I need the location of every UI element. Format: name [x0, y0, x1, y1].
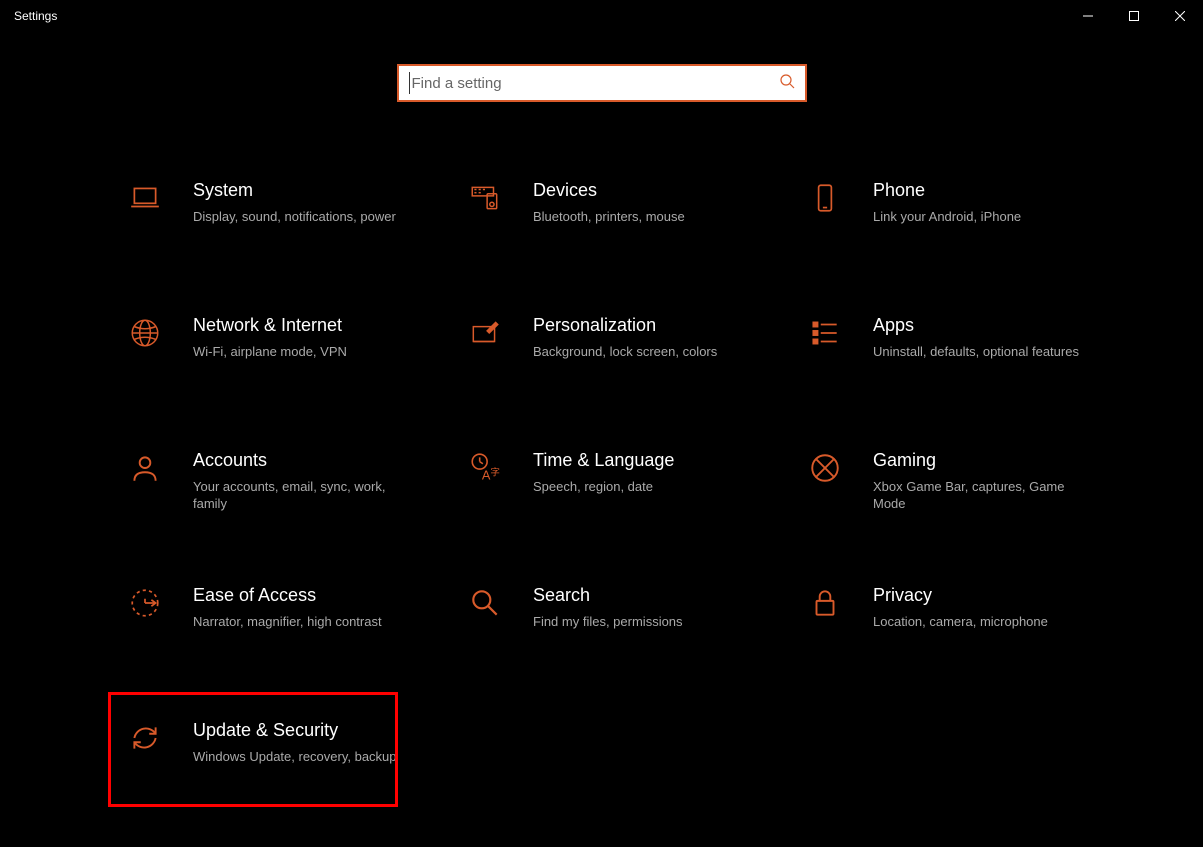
search-icon: [779, 73, 795, 94]
tile-title: Personalization: [533, 315, 717, 337]
tile-desc: Uninstall, defaults, optional features: [873, 343, 1079, 361]
xbox-icon: [803, 446, 847, 490]
tile-title: Apps: [873, 315, 1079, 337]
globe-icon: [123, 311, 167, 355]
maximize-button[interactable]: [1111, 0, 1157, 32]
tile-desc: Display, sound, notifications, power: [193, 208, 396, 226]
tile-ease-of-access[interactable]: Ease of Access Narrator, magnifier, high…: [115, 577, 455, 712]
tile-title: Devices: [533, 180, 685, 202]
tile-system[interactable]: System Display, sound, notifications, po…: [115, 172, 455, 307]
tile-desc: Narrator, magnifier, high contrast: [193, 613, 382, 631]
close-button[interactable]: [1157, 0, 1203, 32]
ease-of-access-icon: [123, 581, 167, 625]
tile-title: Update & Security: [193, 720, 397, 742]
tile-gaming[interactable]: Gaming Xbox Game Bar, captures, Game Mod…: [795, 442, 1135, 577]
text-cursor: [409, 72, 410, 94]
tile-desc: Find my files, permissions: [533, 613, 683, 631]
tile-title: Privacy: [873, 585, 1048, 607]
paintbrush-icon: [463, 311, 507, 355]
tile-desc: Xbox Game Bar, captures, Game Mode: [873, 478, 1083, 513]
tile-title: Time & Language: [533, 450, 674, 472]
laptop-icon: [123, 176, 167, 220]
tile-desc: Background, lock screen, colors: [533, 343, 717, 361]
tile-accounts[interactable]: Accounts Your accounts, email, sync, wor…: [115, 442, 455, 577]
phone-icon: [803, 176, 847, 220]
search-placeholder: Find a setting: [412, 75, 779, 92]
search-area: Find a setting: [0, 64, 1203, 102]
svg-text:字: 字: [490, 466, 500, 478]
devices-icon: [463, 176, 507, 220]
tile-title: Ease of Access: [193, 585, 382, 607]
tile-title: Phone: [873, 180, 1021, 202]
tile-desc: Windows Update, recovery, backup: [193, 748, 397, 766]
lock-icon: [803, 581, 847, 625]
time-language-icon: A 字: [463, 446, 507, 490]
tile-desc: Link your Android, iPhone: [873, 208, 1021, 226]
sync-icon: [123, 716, 167, 760]
search-input[interactable]: Find a setting: [397, 64, 807, 102]
tile-title: System: [193, 180, 396, 202]
tile-desc: Location, camera, microphone: [873, 613, 1048, 631]
person-icon: [123, 446, 167, 490]
apps-list-icon: [803, 311, 847, 355]
minimize-button[interactable]: [1065, 0, 1111, 32]
settings-grid: System Display, sound, notifications, po…: [0, 172, 1203, 847]
magnifier-icon: [463, 581, 507, 625]
tile-update-security[interactable]: Update & Security Windows Update, recove…: [115, 712, 455, 847]
tile-devices[interactable]: Devices Bluetooth, printers, mouse: [455, 172, 795, 307]
window-title: Settings: [14, 9, 57, 23]
window-controls: [1065, 0, 1203, 32]
tile-network[interactable]: Network & Internet Wi-Fi, airplane mode,…: [115, 307, 455, 442]
tile-title: Gaming: [873, 450, 1083, 472]
tile-search[interactable]: Search Find my files, permissions: [455, 577, 795, 712]
tile-personalization[interactable]: Personalization Background, lock screen,…: [455, 307, 795, 442]
tile-privacy[interactable]: Privacy Location, camera, microphone: [795, 577, 1135, 712]
tile-phone[interactable]: Phone Link your Android, iPhone: [795, 172, 1135, 307]
tile-apps[interactable]: Apps Uninstall, defaults, optional featu…: [795, 307, 1135, 442]
tile-title: Search: [533, 585, 683, 607]
tile-desc: Your accounts, email, sync, work, family: [193, 478, 403, 513]
tile-desc: Bluetooth, printers, mouse: [533, 208, 685, 226]
tile-desc: Speech, region, date: [533, 478, 674, 496]
tile-title: Network & Internet: [193, 315, 347, 337]
titlebar: Settings: [0, 0, 1203, 32]
tile-desc: Wi-Fi, airplane mode, VPN: [193, 343, 347, 361]
tile-time-language[interactable]: A 字 Time & Language Speech, region, date: [455, 442, 795, 577]
tile-title: Accounts: [193, 450, 403, 472]
